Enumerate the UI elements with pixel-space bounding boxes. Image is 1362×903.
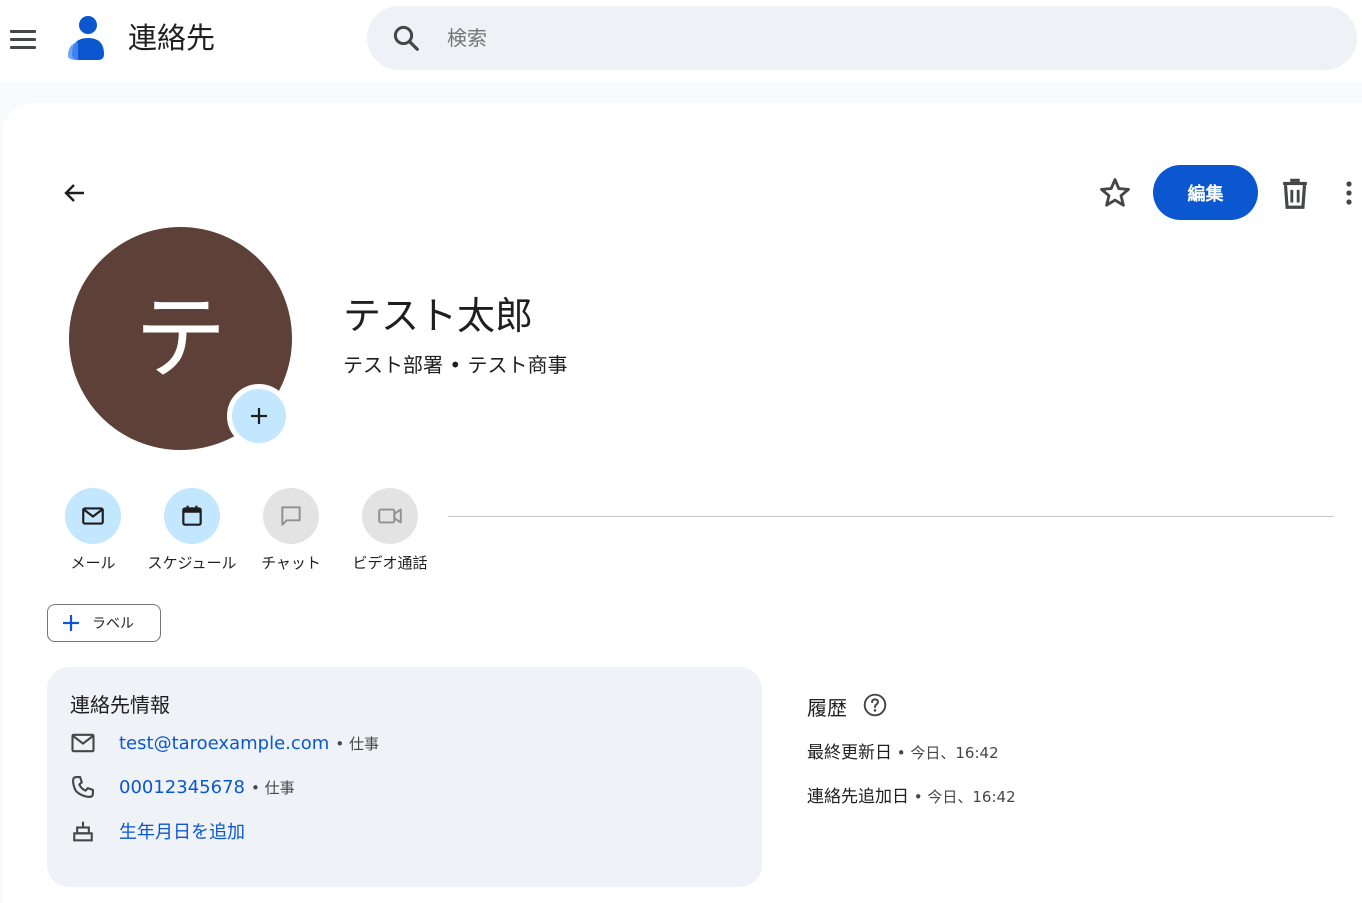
email-link[interactable]: test@taroexample.com: [119, 733, 329, 754]
phone-type: • 仕事: [250, 778, 295, 797]
chat-icon: [281, 506, 301, 526]
schedule-action-circle: [164, 488, 220, 544]
contact-subtitle: テスト部署 • テスト商事: [343, 353, 568, 377]
chat-action[interactable]: チャット: [241, 488, 341, 573]
history-row-updated: 最終更新日 • 今日、16:42: [807, 738, 999, 763]
mail-action[interactable]: メール: [43, 488, 143, 573]
add-birthday-link[interactable]: 生年月日を追加: [119, 818, 245, 844]
history-added-label: 連絡先追加日: [807, 787, 909, 807]
birthday-row: 生年月日を追加: [69, 817, 245, 845]
contact-info-title: 連絡先情報: [70, 693, 170, 717]
more-vert-icon[interactable]: [1336, 174, 1362, 212]
video-call-action-label: ビデオ通話: [352, 554, 428, 572]
app-title: 連絡先: [128, 21, 216, 55]
history-added-time: • 今日、16:42: [909, 788, 1016, 806]
email-type: • 仕事: [335, 734, 379, 753]
email-row: test@taroexample.com • 仕事: [69, 729, 379, 757]
mail-icon: [82, 507, 104, 525]
plus-icon: [251, 408, 267, 424]
calendar-icon: [182, 505, 202, 526]
history-row-added: 連絡先追加日 • 今日、16:42: [807, 782, 1016, 807]
history-updated-time: • 今日、16:42: [892, 744, 999, 762]
arrow-back-icon[interactable]: [54, 172, 96, 214]
history-updated-label: 最終更新日: [807, 743, 892, 763]
schedule-action[interactable]: スケジュール: [142, 488, 242, 573]
cake-icon: [73, 821, 93, 842]
trash-icon[interactable]: [1276, 174, 1314, 212]
contact-info-card: 連絡先情報 test@taroexample.com • 仕事 00012345…: [47, 667, 762, 887]
add-label-text: ラベル: [92, 616, 134, 632]
hamburger-menu-icon[interactable]: [4, 17, 42, 61]
search-icon[interactable]: [391, 23, 421, 53]
help-icon[interactable]: [862, 692, 888, 718]
search-input[interactable]: [447, 18, 1327, 58]
phone-row: 00012345678 • 仕事: [69, 773, 295, 801]
video-call-action-circle: [362, 488, 418, 544]
mail-action-circle: [65, 488, 121, 544]
top-app-bar: 連絡先: [0, 0, 1362, 82]
edit-button[interactable]: 編集: [1153, 165, 1258, 220]
plus-icon: [63, 615, 79, 631]
search-bar[interactable]: [367, 6, 1357, 70]
video-call-action[interactable]: ビデオ通話: [340, 488, 440, 573]
add-photo-button[interactable]: [227, 384, 291, 448]
history-title: 履歴: [807, 696, 847, 720]
chat-action-circle: [263, 488, 319, 544]
add-label-button[interactable]: ラベル: [47, 604, 161, 642]
actions-divider: [448, 516, 1334, 517]
mail-icon: [71, 733, 95, 753]
schedule-action-label: スケジュール: [147, 554, 237, 572]
contacts-logo-icon[interactable]: [66, 14, 110, 62]
mail-action-label: メール: [70, 554, 116, 572]
chat-action-label: チャット: [261, 554, 321, 572]
video-call-icon: [378, 508, 402, 524]
phone-icon: [72, 776, 94, 798]
star-outline-icon[interactable]: [1096, 174, 1134, 212]
contact-name: テスト太郎: [343, 294, 534, 338]
phone-link[interactable]: 00012345678: [119, 777, 245, 798]
